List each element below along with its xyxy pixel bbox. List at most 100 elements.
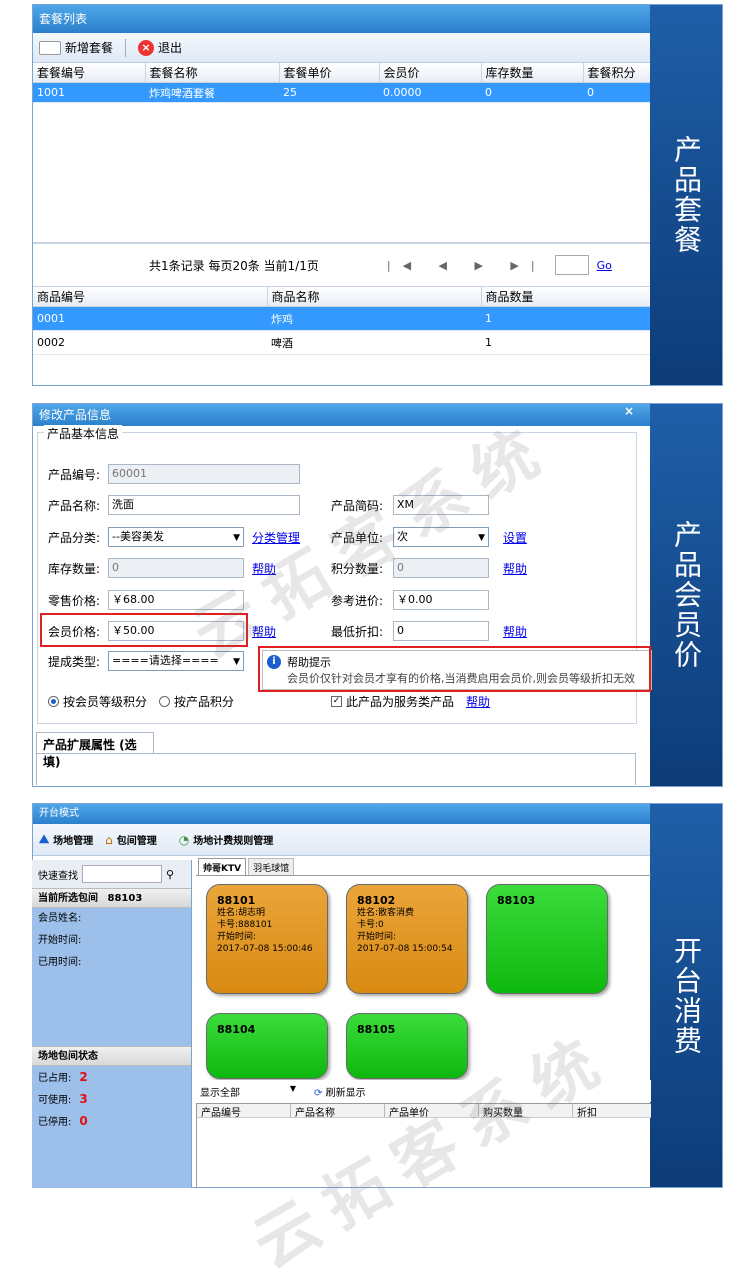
col-header[interactable]: 产品名称 (291, 1104, 385, 1119)
table-row[interactable]: 0001 炸鸡 1 (33, 306, 652, 331)
col-header[interactable]: 产品单价 (385, 1104, 479, 1119)
page-input[interactable] (554, 255, 589, 275)
points-input[interactable]: 0 (393, 558, 489, 578)
tab-ktv[interactable]: 帅哥KTV (198, 858, 247, 876)
occupied-label: 已占用: (38, 1073, 72, 1084)
sub-cell-id: 0002 (33, 330, 267, 355)
member-price-help-link[interactable]: 帮助 (252, 623, 276, 640)
retail-input[interactable]: ￥68.00 (108, 590, 244, 610)
refresh-button[interactable]: ⟳ 刷新显示 (314, 1084, 366, 1099)
cell-id: 1001 (33, 82, 145, 103)
room-card[interactable]: 88104 (206, 1013, 328, 1079)
unit-row: 产品单位: 次 设置 (331, 527, 527, 547)
room-member: 姓名:胡志明 (217, 908, 266, 918)
unit-select[interactable]: 次 (393, 527, 489, 547)
search-label: 快速查找 (38, 870, 78, 882)
service-help-link[interactable]: 帮助 (466, 693, 490, 710)
search-icon[interactable]: ⚲ (166, 868, 174, 881)
window-title-text: 修改产品信息 (39, 408, 112, 422)
room-card[interactable]: 88105 (346, 1013, 468, 1079)
close-icon[interactable]: × (624, 404, 634, 422)
package-table-area: 套餐编号 套餐名称 套餐单价 会员价 库存数量 套餐积分 1001 炸鸡啤酒套餐… (33, 63, 652, 243)
col-header[interactable]: 套餐名称 (145, 63, 280, 83)
discount-label: 最低折扣: (331, 624, 384, 639)
product-subtable-area: 商品编号 商品名称 商品数量 0001 炸鸡 1 0002 啤酒 1 (33, 287, 652, 355)
consumption-table: 产品编号 产品名称 产品单价 购买数量 折扣 (196, 1103, 651, 1188)
col-header[interactable]: 折扣 (573, 1104, 597, 1119)
commission-row: 提成类型: ====请选择==== (48, 651, 244, 671)
discount-input[interactable]: 0 (393, 621, 489, 641)
cost-row: 参考进价: ￥0.00 (331, 590, 489, 610)
unit-settings-link[interactable]: 设置 (503, 529, 527, 546)
stock-help-link[interactable]: 帮助 (252, 560, 276, 577)
product-code-row: 产品编号: 60001 (48, 464, 300, 484)
radio-product-points[interactable] (159, 696, 171, 707)
package-table: 套餐编号 套餐名称 套餐单价 会员价 库存数量 套餐积分 1001 炸鸡啤酒套餐… (33, 63, 652, 103)
room-card[interactable]: 88103 (486, 884, 608, 994)
current-room-label: 当前所选包间 (38, 893, 98, 904)
side-banner: 产品套餐 (650, 5, 722, 385)
venue-manage-button[interactable]: ⛰ 场地管理 (39, 832, 93, 847)
room-card[interactable]: 88102 姓名:散客消费 卡号:0 开始时间: 2017-07-08 15:0… (346, 884, 468, 994)
house-icon: ⌂ (105, 832, 113, 847)
col-header[interactable]: 套餐积分 (583, 63, 652, 83)
product-subtable: 商品编号 商品名称 商品数量 0001 炸鸡 1 0002 啤酒 1 (33, 287, 652, 355)
col-header[interactable]: 库存数量 (481, 63, 584, 83)
search-input[interactable] (82, 865, 162, 883)
commission-select[interactable]: ====请选择==== (108, 651, 244, 671)
cost-input[interactable]: ￥0.00 (393, 590, 489, 610)
go-link[interactable]: Go (597, 259, 612, 272)
room-start-label: 开始时间: (217, 932, 257, 942)
category-select[interactable]: --美容美发 (108, 527, 244, 547)
pager-nav-buttons[interactable]: |◀ ◀ ▶ ▶| (387, 259, 547, 272)
cell-name: 炸鸡啤酒套餐 (145, 82, 279, 103)
col-header[interactable]: 套餐编号 (33, 63, 146, 83)
product-name-input[interactable]: 洗面 (108, 495, 300, 515)
sub-col-header[interactable]: 商品编号 (33, 287, 268, 307)
cell-points: 0 (583, 82, 652, 103)
toolbar: ⛰ 场地管理 ⌂ 包间管理 ◔ 场地计费规则管理 (33, 824, 652, 856)
used-time-label: 已用时间: (38, 957, 82, 968)
sub-col-header[interactable]: 商品数量 (481, 287, 652, 307)
room-number: 88105 (357, 1023, 396, 1036)
points-help-link[interactable]: 帮助 (503, 560, 527, 577)
col-header[interactable]: 会员价 (379, 63, 482, 83)
discount-help-link[interactable]: 帮助 (503, 623, 527, 640)
radio-member-level[interactable] (48, 696, 59, 707)
exit-icon: × (138, 39, 155, 56)
new-package-button[interactable]: 新增套餐 (39, 39, 113, 56)
side-banner: 产品会员价 (650, 404, 722, 786)
table-row[interactable]: 0002 啤酒 1 (33, 330, 652, 355)
col-header[interactable]: 购买数量 (479, 1104, 573, 1119)
tab-badminton[interactable]: 羽毛球馆 (248, 858, 295, 876)
stock-row: 库存数量: 0 帮助 (48, 558, 276, 578)
retail-row: 零售价格: ￥68.00 (48, 590, 244, 610)
table-row[interactable]: 1001 炸鸡啤酒套餐 25 0.0000 0 0 (33, 82, 652, 103)
exit-label: 退出 (158, 41, 183, 55)
product-short-input[interactable]: XM (393, 495, 489, 515)
toolbar: 新增套餐 × 退出 (33, 33, 652, 63)
member-name-label: 会员姓名: (38, 913, 82, 924)
cell-price: 25 (279, 82, 379, 103)
category-manage-link[interactable]: 分类管理 (252, 529, 300, 546)
room-card[interactable]: 88101 姓名:胡志明 卡号:888101 开始时间: 2017-07-08 … (206, 884, 328, 994)
retail-label: 零售价格: (48, 593, 101, 608)
filter-select[interactable]: 显示全部 ▼ (200, 1084, 296, 1099)
stock-label: 库存数量: (48, 561, 101, 576)
product-code-input[interactable]: 60001 (108, 464, 300, 484)
room-number: 88103 (497, 894, 536, 907)
billing-rules-button[interactable]: ◔ 场地计费规则管理 (179, 832, 273, 848)
venue-manage-label: 场地管理 (53, 836, 94, 847)
tab-extended-attributes[interactable]: 产品扩展属性 (选填) (36, 732, 154, 769)
available-row: 可使用: 3 (32, 1088, 191, 1110)
stock-input[interactable]: 0 (108, 558, 244, 578)
sub-col-header[interactable]: 商品名称 (267, 287, 482, 307)
product-code-label: 产品编号: (48, 467, 101, 482)
room-start-time: 2017-07-08 15:00:46 (217, 944, 313, 954)
col-header[interactable]: 套餐单价 (279, 63, 380, 83)
col-header[interactable]: 产品编号 (197, 1104, 291, 1119)
service-checkbox[interactable]: ✓ (331, 696, 342, 707)
room-manage-button[interactable]: ⌂ 包间管理 (105, 832, 157, 848)
group-legend: 产品基本信息 (44, 425, 123, 442)
exit-button[interactable]: × 退出 (138, 39, 182, 56)
